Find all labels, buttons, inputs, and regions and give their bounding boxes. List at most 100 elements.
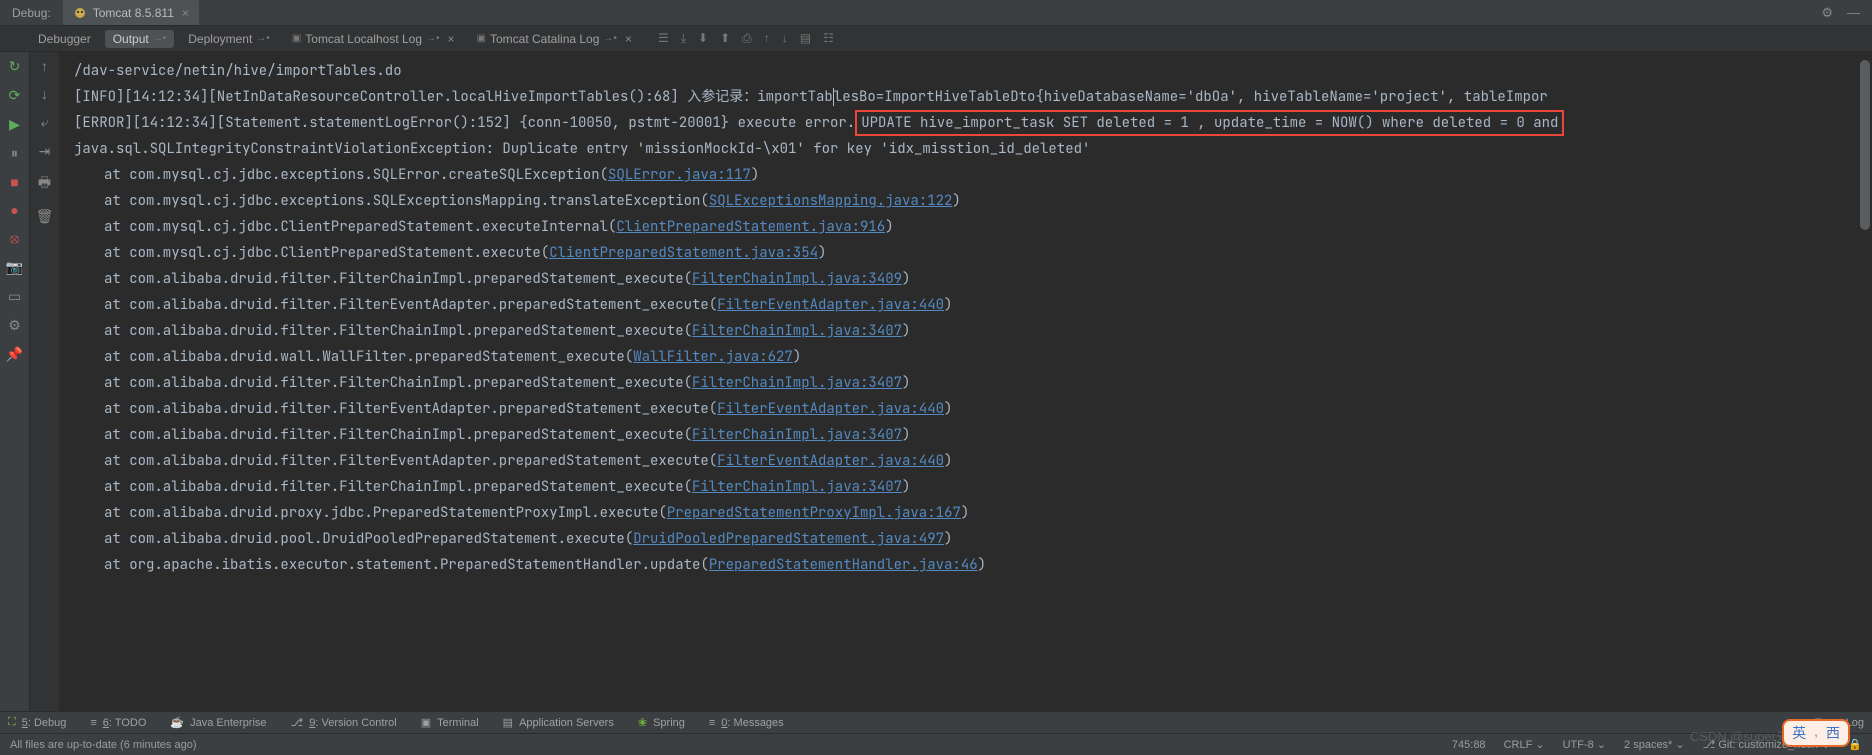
stack-line: at com.alibaba.druid.pool.DruidPooledPre…	[74, 526, 1858, 552]
source-link[interactable]: FilterChainImpl.java:3409	[692, 270, 902, 288]
vertical-scrollbar[interactable]	[1860, 60, 1870, 703]
arrow-up-icon[interactable]: ↑	[764, 31, 770, 46]
pin-icon[interactable]: 📌	[6, 346, 23, 363]
gear-icon[interactable]: ⚙	[1821, 5, 1833, 21]
source-link[interactable]: FilterChainImpl.java:3407	[692, 478, 902, 496]
localhost-log-tab[interactable]: ▣Tomcat Localhost Log→•×	[284, 32, 463, 46]
upload-icon[interactable]: ⬆	[720, 31, 730, 46]
stack-line: at com.mysql.cj.jdbc.exceptions.SQLError…	[74, 162, 1858, 188]
settings-icon[interactable]: ⚙	[8, 317, 21, 334]
resume-icon[interactable]: ▶	[9, 116, 20, 133]
source-link[interactable]: FilterEventAdapter.java:440	[717, 400, 944, 418]
scroll-end-icon[interactable]: ⤓	[681, 31, 686, 46]
stack-line: at com.mysql.cj.jdbc.ClientPreparedState…	[74, 240, 1858, 266]
source-link[interactable]: PreparedStatementHandler.java:46	[709, 556, 978, 574]
stack-line: at com.alibaba.druid.filter.FilterEventA…	[74, 292, 1858, 318]
minimize-icon[interactable]: —	[1847, 5, 1860, 20]
scroll-icon[interactable]: ⇥	[39, 143, 51, 160]
new-output-icon: →•	[256, 33, 270, 44]
stop-icon[interactable]: ■	[10, 174, 18, 190]
run-config-tab[interactable]: Tomcat 8.5.811 ×	[63, 0, 199, 25]
lock-icon[interactable]: 🔒	[1848, 738, 1862, 751]
log-line: [ERROR][14:12:34][Statement.statementLog…	[74, 110, 1858, 136]
stack-line: at com.alibaba.druid.filter.FilterEventA…	[74, 396, 1858, 422]
output-tab[interactable]: Output→•	[105, 30, 175, 48]
stack-line: at com.alibaba.druid.filter.FilterChainI…	[74, 318, 1858, 344]
close-icon[interactable]: ×	[625, 32, 632, 46]
layout-icon[interactable]: ▤	[800, 31, 811, 46]
server-icon: ▣	[477, 33, 486, 44]
console-action-icons: ☰ ⤓ ⬇ ⬆ ⎙ ↑ ↓ ▤ ☷	[658, 31, 834, 46]
print-icon[interactable]: ⎙	[742, 31, 752, 46]
line-sep-indicator[interactable]: CRLF ⌄	[1504, 738, 1545, 751]
bottom-tool-buttons: ⛶5: Debug ≡6: TODO ☕Java Enterprise ⎇9: …	[0, 711, 1872, 733]
terminal-tool-button[interactable]: ▣Terminal	[421, 716, 479, 729]
list-icon: ≡	[90, 717, 96, 729]
filter-icon[interactable]: ☷	[823, 31, 834, 46]
source-link[interactable]: WallFilter.java:627	[633, 348, 793, 366]
messages-tool-button[interactable]: ≡0: Messages	[709, 717, 784, 729]
vcs-tool-button[interactable]: ⎇9: Version Control	[291, 716, 397, 729]
source-link[interactable]: FilterEventAdapter.java:440	[717, 452, 944, 470]
debugger-tab[interactable]: Debugger	[30, 32, 99, 46]
update-icon[interactable]: ⟳	[9, 87, 21, 104]
source-link[interactable]: SQLError.java:117	[608, 166, 751, 184]
source-link[interactable]: FilterEventAdapter.java:440	[717, 296, 944, 314]
status-bar: All files are up-to-date (6 minutes ago)…	[0, 733, 1872, 755]
server-icon: ▤	[503, 716, 513, 729]
branch-icon: ⎇	[291, 716, 304, 729]
clear-icon[interactable]: 🗑	[36, 208, 54, 225]
camera-icon[interactable]: 📷	[6, 259, 23, 276]
log-line: java.sql.SQLIntegrityConstraintViolation…	[74, 136, 1858, 162]
source-link[interactable]: FilterChainImpl.java:3407	[692, 322, 902, 340]
source-link[interactable]: SQLExceptionsMapping.java:122	[709, 192, 953, 210]
catalina-log-tab[interactable]: ▣Tomcat Catalina Log→•×	[469, 32, 640, 46]
scrollbar-thumb[interactable]	[1860, 60, 1870, 230]
console-content: /dav-service/netin/hive/importTables.do …	[60, 52, 1872, 584]
soft-wrap-icon[interactable]: ☰	[658, 31, 669, 46]
source-link[interactable]: ClientPreparedStatement.java:916	[616, 218, 885, 236]
layout-settings-icon[interactable]: ▭	[8, 288, 21, 305]
close-tab-icon[interactable]: ×	[182, 6, 189, 20]
app-servers-tool-button[interactable]: ▤Application Servers	[503, 716, 614, 729]
stack-line: at com.alibaba.druid.filter.FilterChainI…	[74, 266, 1858, 292]
java-ee-tool-button[interactable]: ☕Java Enterprise	[170, 716, 266, 729]
stack-line: at com.alibaba.druid.filter.FilterChainI…	[74, 474, 1858, 500]
down-arrow-icon[interactable]: ↓	[41, 86, 48, 102]
pause-icon[interactable]: ⏸	[11, 145, 18, 162]
source-link[interactable]: PreparedStatementProxyImpl.java:167	[667, 504, 961, 522]
arrow-down-icon[interactable]: ↓	[782, 31, 788, 46]
deployment-tab[interactable]: Deployment→•	[180, 32, 278, 46]
source-link[interactable]: FilterChainImpl.java:3407	[692, 374, 902, 392]
todo-tool-button[interactable]: ≡6: TODO	[90, 717, 146, 729]
console-output[interactable]: /dav-service/netin/hive/importTables.do …	[60, 52, 1872, 711]
log-line: [INFO][14:12:34][NetInDataResourceContro…	[74, 84, 1858, 110]
bug-icon: ⛶	[8, 716, 16, 729]
indent-indicator[interactable]: 2 spaces* ⌄	[1624, 738, 1685, 751]
source-link[interactable]: DruidPooledPreparedStatement.java:497	[633, 530, 944, 548]
wrap-icon[interactable]: ⤶	[41, 114, 49, 131]
coffee-icon: ☕	[170, 716, 184, 729]
console-left-gutter: ↑ ↓ ⤶ ⇥ 🖶 🗑	[30, 52, 60, 711]
stack-line: at com.alibaba.druid.filter.FilterEventA…	[74, 448, 1858, 474]
source-link[interactable]: ClientPreparedStatement.java:354	[549, 244, 818, 262]
debug-tool-button[interactable]: ⛶5: Debug	[8, 716, 66, 729]
run-config-label: Tomcat 8.5.811	[93, 6, 174, 20]
encoding-indicator[interactable]: UTF-8 ⌄	[1563, 738, 1606, 751]
rerun-icon[interactable]: ↻	[9, 58, 21, 75]
download-icon[interactable]: ⬇	[698, 31, 708, 46]
view-breakpoints-icon[interactable]: ●	[10, 202, 18, 218]
status-message: All files are up-to-date (6 minutes ago)	[10, 739, 196, 751]
caret-position[interactable]: 745:88	[1452, 739, 1486, 751]
print-icon[interactable]: 🖶	[38, 172, 51, 196]
new-output-icon: →•	[603, 33, 617, 44]
source-link[interactable]: FilterChainImpl.java:3407	[692, 426, 902, 444]
debug-sub-toolbar: Debugger Output→• Deployment→• ▣Tomcat L…	[0, 26, 1872, 52]
spring-tool-button[interactable]: ❀Spring	[638, 716, 685, 729]
mute-breakpoints-icon[interactable]: ⦻	[10, 230, 19, 247]
messages-icon: ≡	[709, 717, 715, 729]
close-icon[interactable]: ×	[448, 32, 455, 46]
sql-highlight: UPDATE hive_import_task SET deleted = 1 …	[855, 110, 1564, 136]
ime-indicator[interactable]: 英 , 西	[1782, 719, 1850, 747]
up-arrow-icon[interactable]: ↑	[41, 58, 48, 74]
